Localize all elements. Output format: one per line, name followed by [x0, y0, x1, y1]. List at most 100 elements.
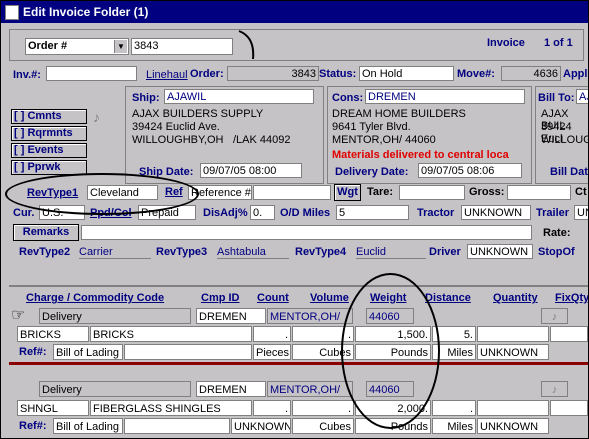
grid-row1-quantity-unit[interactable]: UNKNOWN	[477, 344, 549, 360]
grid-row1-count-unit[interactable]: Pieces	[253, 344, 291, 360]
tare-label: Tare:	[367, 186, 394, 198]
order-label: Order:	[190, 68, 224, 80]
ct-label: Ct	[575, 186, 587, 198]
grid-row2-quantity[interactable]	[477, 400, 549, 416]
ppd-col-label[interactable]: Ppd/Col	[90, 207, 132, 219]
grid-row1-desc[interactable]: BRICKS	[90, 326, 252, 342]
grid-header-cmpid[interactable]: Cmp ID	[201, 292, 240, 304]
grid-row1-ref-type[interactable]: Bill of Lading	[53, 344, 123, 360]
ref-type-select[interactable]: Reference #	[188, 185, 252, 200]
requirements-button[interactable]: [ ] Rqrmnts	[11, 126, 87, 141]
grid-header-quantity[interactable]: Quantity	[493, 292, 538, 304]
grid-row1-volume[interactable]: .	[292, 326, 354, 342]
music-note-icon[interactable]: ♪	[541, 381, 568, 397]
grid-row1-count[interactable]: .	[253, 326, 291, 342]
grid-row1-distance-unit[interactable]: Miles	[432, 344, 476, 360]
move-value: 4636	[501, 66, 561, 81]
grid-row2-ref-number[interactable]	[124, 418, 230, 434]
status-input[interactable]: On Hold	[359, 66, 454, 81]
billto-city: WILLOUGH	[541, 134, 588, 146]
events-button[interactable]: [ ] Events	[11, 143, 87, 158]
grid-row2-distance[interactable]: .	[432, 400, 476, 416]
trailer-input[interactable]: UNKNO	[574, 205, 588, 220]
grid-row1-code[interactable]: BRICKS	[17, 326, 89, 342]
driver-input[interactable]: UNKNOWN	[467, 244, 533, 259]
ref-number-input[interactable]	[253, 185, 331, 200]
delivery-date-label: Delivery Date:	[335, 166, 409, 178]
paperwork-button[interactable]: [ ] Pprwk	[11, 160, 87, 175]
grid-row1-volume-unit[interactable]: Cubes	[292, 344, 354, 360]
remarks-input[interactable]	[81, 225, 532, 240]
order-number-input[interactable]: 3843	[131, 38, 233, 55]
grid-row1-fixqty[interactable]	[550, 326, 588, 342]
currency-select[interactable]: U.S.	[39, 205, 85, 220]
chevron-down-icon[interactable]: ▼	[114, 40, 127, 53]
grid-header-charge[interactable]: Charge / Commodity Code	[26, 292, 164, 304]
grid-row2-code[interactable]: SHNGL	[17, 400, 89, 416]
comments-button[interactable]: [ ] Cmnts	[11, 109, 87, 124]
disadj-input[interactable]: 0.	[250, 205, 275, 220]
ref-label[interactable]: Ref	[165, 186, 183, 198]
order-type-select[interactable]: Order # ▼	[25, 38, 129, 55]
currency-label: Cur.	[13, 207, 35, 219]
grid-row2-desc[interactable]: FIBERGLASS SHINGLES	[90, 400, 252, 416]
shipper-address: 39424 Euclid Ave.	[132, 121, 220, 133]
grid-row1-ref-number[interactable]	[124, 344, 252, 360]
ship-label: Ship:	[132, 92, 160, 104]
delivery-date-input[interactable]: 09/07/05 08:06	[418, 163, 522, 178]
gross-input[interactable]	[507, 185, 571, 200]
grid-row2-cmpid[interactable]: DREMEN	[196, 381, 266, 397]
shipper-city-suffix: /LAK 44092	[233, 134, 291, 146]
grid-row2-count-unit[interactable]: UNKNOWN	[231, 418, 291, 434]
revtype1-input[interactable]: Cleveland	[87, 185, 158, 200]
linehaul-link[interactable]: Linehaul	[146, 69, 188, 81]
grid-row2-ref-label: Ref#:	[19, 420, 47, 432]
revtype4-value[interactable]: Euclid	[356, 246, 426, 259]
grid-row2-city: MENTOR,OH/	[267, 381, 353, 397]
grid-row2-event[interactable]: Delivery	[39, 381, 191, 397]
od-miles-input[interactable]: 5	[336, 205, 409, 220]
revtype3-value[interactable]: Ashtabula	[217, 246, 289, 259]
grid-row2-volume-unit[interactable]: Cubes	[292, 418, 354, 434]
grid-row1-weight-unit[interactable]: Pounds	[355, 344, 431, 360]
grid-row1-cmpid[interactable]: DREMEN	[196, 308, 266, 324]
revtype2-value[interactable]: Carrier	[79, 246, 151, 259]
grid-row1-quantity[interactable]	[477, 326, 549, 342]
tare-input[interactable]	[399, 185, 465, 200]
window-title: Edit Invoice Folder (1)	[23, 5, 149, 19]
inv-number-input[interactable]	[46, 66, 137, 81]
grid-row2-quantity-unit[interactable]: UNKNOWN	[477, 418, 549, 434]
grid-row2-volume[interactable]: .	[292, 400, 354, 416]
remarks-button[interactable]: Remarks	[13, 224, 79, 241]
cons-label: Cons:	[332, 92, 364, 104]
grid-row2-fixqty[interactable]	[550, 400, 588, 416]
revtype1-label[interactable]: RevType1	[27, 187, 78, 199]
grid-header-count[interactable]: Count	[257, 292, 289, 304]
grid-row2-weight[interactable]: 2,000.	[355, 400, 431, 416]
grid-header-fixqty[interactable]: FixQty	[555, 292, 588, 304]
tractor-input[interactable]: UNKNOWN	[461, 205, 531, 220]
shipper-code-input[interactable]: AJAWIL	[164, 89, 314, 104]
music-note-icon[interactable]: ♪	[541, 308, 568, 324]
status-label: Status:	[319, 68, 357, 80]
grid-header-distance[interactable]: Distance	[425, 292, 471, 304]
billto-code-input[interactable]: AJA	[576, 89, 588, 104]
ship-date-input[interactable]: 09/07/05 08:00	[200, 163, 302, 178]
tractor-label: Tractor	[417, 207, 455, 219]
wgt-button[interactable]: Wgt	[334, 184, 361, 201]
grid-row2-distance-unit[interactable]: Miles	[432, 418, 476, 434]
consignee-code-input[interactable]: DREMEN	[365, 89, 525, 104]
grid-header-volume[interactable]: Volume	[310, 292, 349, 304]
grid-row1-distance[interactable]: 5.	[432, 326, 476, 342]
grid-row2-count[interactable]: .	[253, 400, 291, 416]
grid-header-weight[interactable]: Weight	[370, 292, 406, 304]
music-note-icon[interactable]: ♪	[93, 109, 100, 125]
order-type-value: Order #	[28, 40, 68, 52]
ppd-col-select[interactable]: Prepaid	[138, 205, 196, 220]
grid-row2-weight-unit[interactable]: Pounds	[355, 418, 431, 434]
grid-row1-weight[interactable]: 1,500.	[355, 326, 431, 342]
revtype4-label: RevType4	[295, 246, 347, 258]
grid-row1-event[interactable]: Delivery	[39, 308, 191, 324]
inv-number-label: Inv.#:	[13, 69, 41, 81]
grid-row2-ref-type[interactable]: Bill of Lading	[53, 418, 123, 434]
